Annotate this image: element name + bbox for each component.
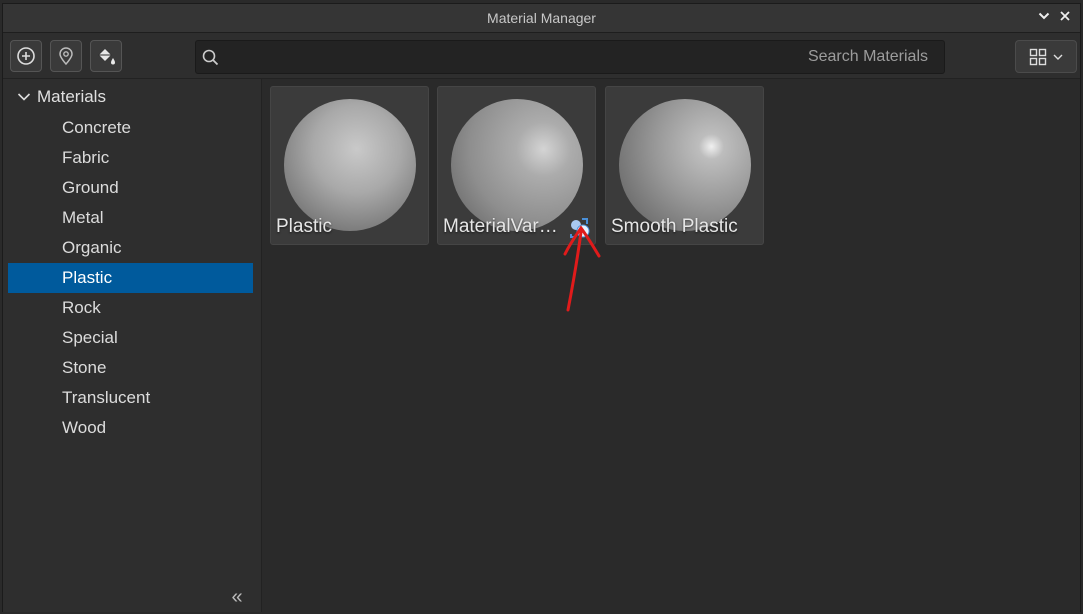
sidebar-item-organic[interactable]: Organic xyxy=(8,233,253,263)
materials-root[interactable]: Materials xyxy=(17,85,106,109)
search-box xyxy=(195,40,945,74)
material-tile-plastic[interactable]: Plastic xyxy=(270,86,429,245)
sidebar-item-rock[interactable]: Rock xyxy=(8,293,253,323)
toolbar xyxy=(3,33,1080,79)
sidebar-item-special[interactable]: Special xyxy=(8,323,253,353)
sidebar-item-concrete[interactable]: Concrete xyxy=(8,113,253,143)
material-preview xyxy=(284,99,416,231)
chevron-down-icon xyxy=(17,93,31,101)
material-label: Plastic xyxy=(276,216,332,237)
materials-grid: Plastic MaterialVar… Smooth Plastic xyxy=(262,79,1080,612)
sidebar-item-fabric[interactable]: Fabric xyxy=(8,143,253,173)
title-bar: Material Manager xyxy=(3,4,1080,33)
material-label: Smooth Plastic xyxy=(611,216,738,237)
add-material-button[interactable] xyxy=(10,40,42,72)
grid-view-icon xyxy=(1029,48,1047,65)
materials-root-label: Materials xyxy=(37,87,106,106)
location-pin-icon xyxy=(59,47,73,66)
chevron-down-icon xyxy=(1053,54,1063,60)
close-icon[interactable] xyxy=(1055,7,1075,29)
material-preview xyxy=(619,99,751,231)
sidebar-item-ground[interactable]: Ground xyxy=(8,173,253,203)
paint-button[interactable] xyxy=(90,40,122,72)
material-tile-variant[interactable]: MaterialVar… xyxy=(437,86,596,245)
search-icon xyxy=(202,49,219,71)
sidebar-item-stone[interactable]: Stone xyxy=(8,353,253,383)
view-mode-button[interactable] xyxy=(1015,40,1077,73)
search-input[interactable] xyxy=(226,41,936,73)
sidebar-item-metal[interactable]: Metal xyxy=(8,203,253,233)
collapse-sidebar-button[interactable]: « xyxy=(227,587,247,607)
window-title: Material Manager xyxy=(487,10,596,26)
add-icon xyxy=(17,47,35,65)
paint-bucket-icon xyxy=(98,49,115,65)
material-variant-icon xyxy=(570,218,590,238)
chevron-down-icon[interactable] xyxy=(1034,7,1054,29)
category-sidebar: Materials Concrete Fabric Ground Metal O… xyxy=(3,79,262,612)
sidebar-item-wood[interactable]: Wood xyxy=(8,413,253,443)
material-tile-smooth-plastic[interactable]: Smooth Plastic xyxy=(605,86,764,245)
material-preview xyxy=(451,99,583,231)
material-manager-window: Material Manager Search Materials Materi… xyxy=(2,3,1081,612)
sidebar-item-plastic[interactable]: Plastic xyxy=(8,263,253,293)
location-button[interactable] xyxy=(50,40,82,72)
sidebar-item-translucent[interactable]: Translucent xyxy=(8,383,253,413)
material-label: MaterialVar… xyxy=(443,216,558,237)
